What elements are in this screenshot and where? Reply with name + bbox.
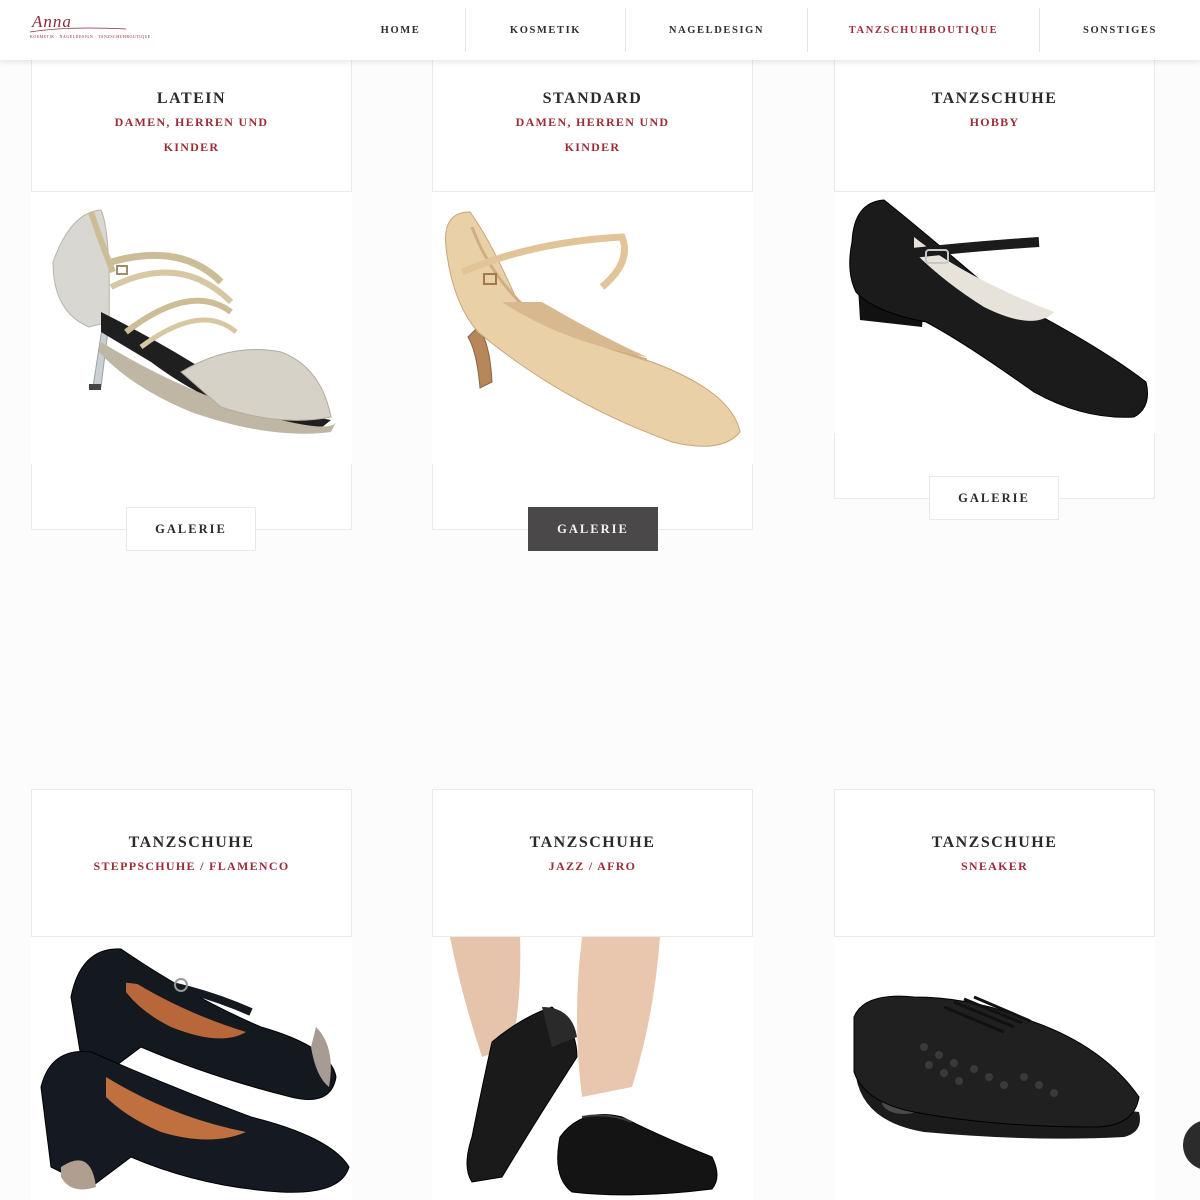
- hobby-strap-shoe-image[interactable]: [834, 192, 1155, 433]
- flamenco-shoes-image[interactable]: [31, 937, 352, 1200]
- category-card-standard: STANDARD DAMEN, HERREN UND KINDER: [432, 45, 753, 192]
- gallery-button[interactable]: GALERIE: [929, 476, 1059, 520]
- dance-sneaker-image[interactable]: [834, 937, 1155, 1200]
- card-title: TANZSCHUHE: [931, 90, 1058, 107]
- card-subtitle: DAMEN, HERREN UND KINDER: [515, 115, 670, 154]
- category-card-flamenco: TANZSCHUHE STEPPSCHUHE / FLAMENCO: [31, 789, 352, 937]
- standard-pump-image[interactable]: [432, 192, 753, 464]
- nav-item-home[interactable]: HOME: [336, 8, 466, 52]
- nav-item-tanzschuhboutique[interactable]: TANZSCHUHBOUTIQUE: [808, 8, 1040, 52]
- gallery-button[interactable]: GALERIE: [126, 507, 256, 551]
- nav-item-sonstiges[interactable]: SONSTIGES: [1040, 8, 1200, 52]
- card-title: LATEIN: [156, 90, 227, 107]
- nav-item-nageldesign[interactable]: NAGELDESIGN: [626, 8, 808, 52]
- card-title: STANDARD: [542, 90, 643, 107]
- card-title: TANZSCHUHE: [931, 834, 1058, 851]
- logo-subtitle: KOSMETIK · NAGELDESIGN · TANZSCHUHBOUTIQ…: [30, 34, 151, 39]
- site-logo[interactable]: Anna KOSMETIK · NAGELDESIGN · TANZSCHUHB…: [28, 12, 150, 46]
- nav-item-kosmetik[interactable]: KOSMETIK: [466, 8, 626, 52]
- card-subtitle: STEPPSCHUHE / FLAMENCO: [93, 859, 290, 873]
- main-navigation: HOME KOSMETIK NAGELDESIGN TANZSCHUHBOUTI…: [336, 8, 1200, 52]
- card-subtitle: DAMEN, HERREN UND KINDER: [114, 115, 269, 154]
- card-subtitle: JAZZ / AFRO: [548, 859, 637, 873]
- category-card-latein: LATEIN DAMEN, HERREN UND KINDER: [31, 45, 352, 192]
- category-card-hobby: TANZSCHUHE HOBBY: [834, 45, 1155, 192]
- card-title: TANZSCHUHE: [128, 834, 255, 851]
- category-card-sneaker: TANZSCHUHE SNEAKER: [834, 789, 1155, 937]
- logo-swoosh-icon: [29, 27, 127, 33]
- site-header: Anna KOSMETIK · NAGELDESIGN · TANZSCHUHB…: [0, 0, 1200, 60]
- category-card-jazz: TANZSCHUHE JAZZ / AFRO: [432, 789, 753, 937]
- card-title: TANZSCHUHE: [529, 834, 656, 851]
- card-subtitle: HOBBY: [969, 115, 1020, 129]
- jazz-shoes-image[interactable]: [432, 937, 753, 1200]
- latin-sandal-image[interactable]: [31, 192, 352, 464]
- card-subtitle: SNEAKER: [960, 859, 1029, 873]
- gallery-button[interactable]: GALERIE: [528, 507, 658, 551]
- scroll-top-button[interactable]: [1183, 1120, 1200, 1170]
